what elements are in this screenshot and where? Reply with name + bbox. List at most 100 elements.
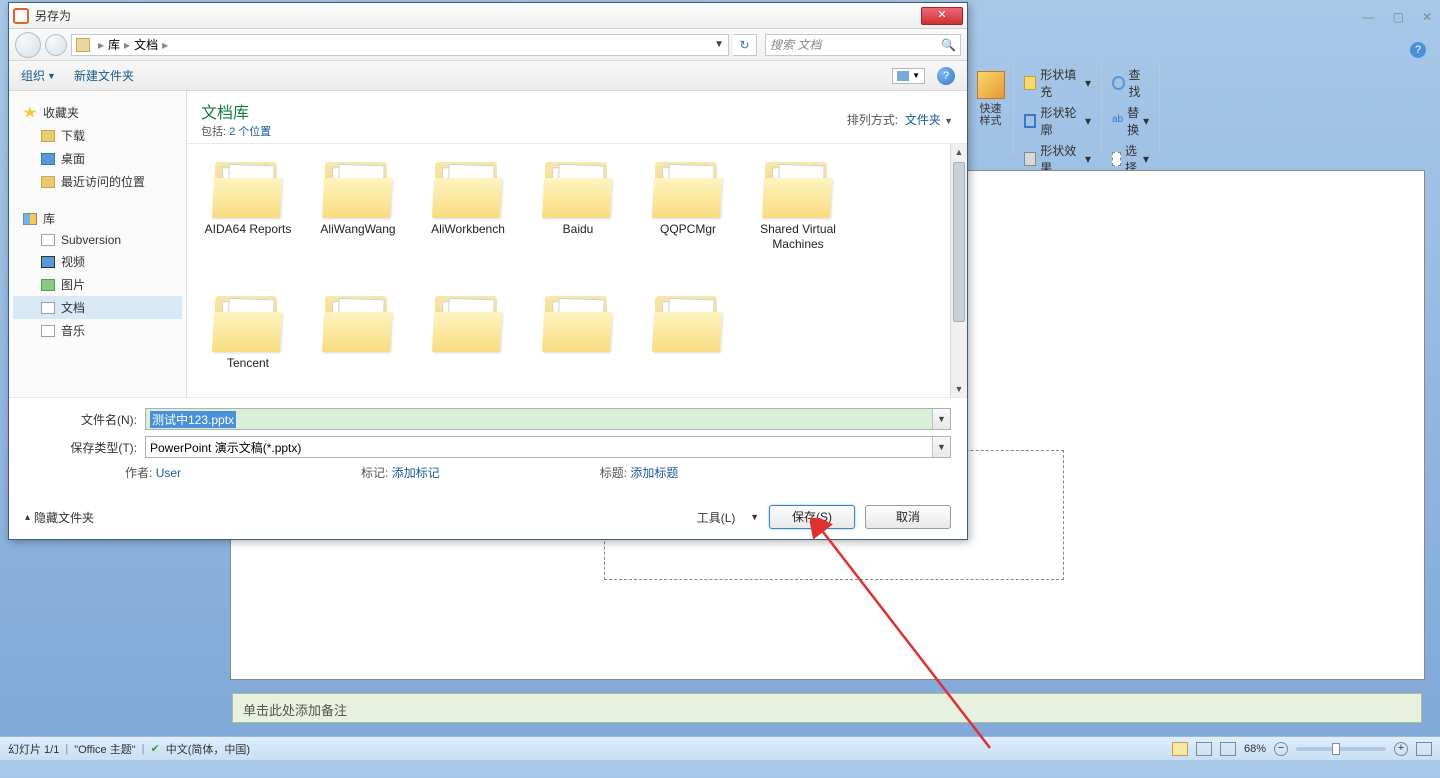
- desktop-icon: [41, 153, 55, 165]
- zoom-slider[interactable]: [1296, 747, 1386, 751]
- folder-item[interactable]: AliWangWang: [305, 156, 411, 286]
- zoom-level[interactable]: 68%: [1244, 743, 1266, 755]
- sidebar-item-documents[interactable]: 文档: [13, 296, 182, 319]
- chevron-down-icon[interactable]: ▼: [932, 437, 950, 457]
- sidebar-item-pictures[interactable]: 图片: [13, 273, 182, 296]
- cancel-button[interactable]: 取消: [865, 505, 951, 529]
- replace-button[interactable]: ab替换 ▾: [1110, 102, 1151, 140]
- find-button[interactable]: 查找: [1110, 64, 1151, 102]
- search-input[interactable]: 搜索 文档 🔍: [765, 34, 961, 56]
- folder-item[interactable]: AIDA64 Reports: [195, 156, 301, 286]
- notes-pane[interactable]: 单击此处添加备注: [232, 693, 1422, 723]
- downloads-icon: [41, 130, 55, 142]
- star-icon: [23, 107, 37, 119]
- title-field[interactable]: 标题: 添加标题: [600, 464, 679, 481]
- status-bar: 幻灯片 1/1 | "Office 主题" | ✔ 中文(简体，中国) 68% …: [0, 736, 1440, 760]
- sidebar-item-downloads[interactable]: 下载: [13, 124, 182, 147]
- document-icon: [41, 234, 55, 246]
- library-icon: [23, 213, 37, 225]
- sidebar-item-videos[interactable]: 视频: [13, 250, 182, 273]
- quick-styles-button[interactable]: 快速样式: [976, 64, 1005, 134]
- app-icon: [13, 8, 29, 24]
- effects-icon: [1024, 152, 1036, 166]
- content-pane: 文档库 包括: 2 个位置 排列方式: 文件夹 ▼ AIDA64 Reports…: [187, 91, 967, 397]
- tools-dropdown[interactable]: 工具(L) ▼: [697, 509, 759, 526]
- folder-item[interactable]: AliWorkbench: [415, 156, 521, 286]
- sidebar-item-subversion[interactable]: Subversion: [13, 230, 182, 250]
- folder-item[interactable]: Tencent: [195, 290, 301, 397]
- picture-icon: [41, 279, 55, 291]
- help-icon[interactable]: ?: [937, 67, 955, 85]
- filename-value: 测试中123.pptx: [150, 411, 236, 428]
- maximize-icon[interactable]: ▢: [1393, 10, 1404, 24]
- nav-forward-button[interactable]: [45, 34, 67, 56]
- tags-field[interactable]: 标记: 添加标记: [361, 464, 440, 481]
- zoom-out-button[interactable]: −: [1274, 742, 1288, 756]
- shape-fill-button[interactable]: 形状填充 ▾: [1022, 64, 1093, 102]
- scrollbar[interactable]: ▲ ▼: [950, 144, 967, 397]
- scroll-thumb[interactable]: [953, 162, 965, 322]
- new-folder-button[interactable]: 新建文件夹: [74, 67, 134, 84]
- sidebar-item-desktop[interactable]: 桌面: [13, 147, 182, 170]
- folder-item[interactable]: [635, 290, 741, 397]
- view-sorter-icon[interactable]: [1196, 742, 1212, 756]
- dialog-titlebar[interactable]: 另存为 ✕: [9, 3, 967, 29]
- recent-icon: [41, 176, 55, 188]
- zoom-thumb[interactable]: [1332, 743, 1340, 755]
- chevron-right-icon[interactable]: ▸: [98, 38, 104, 52]
- filetype-select[interactable]: PowerPoint 演示文稿(*.pptx) ▼: [145, 436, 951, 458]
- search-icon[interactable]: 🔍: [941, 38, 956, 52]
- language-indicator[interactable]: 中文(简体，中国): [166, 741, 250, 757]
- folder-grid[interactable]: AIDA64 Reports AliWangWangAliWorkbenchBai…: [187, 144, 967, 397]
- folder-item[interactable]: Shared Virtual Machines: [745, 156, 851, 286]
- sidebar-item-recent[interactable]: 最近访问的位置: [13, 170, 182, 193]
- sidebar-item-music[interactable]: 音乐: [13, 319, 182, 342]
- chevron-down-icon: ▼: [750, 512, 759, 522]
- library-locations-link[interactable]: 2 个位置: [229, 126, 271, 138]
- fit-window-icon[interactable]: [1416, 742, 1432, 756]
- scroll-down-icon[interactable]: ▼: [951, 381, 967, 397]
- sort-control[interactable]: 排列方式: 文件夹 ▼: [847, 111, 953, 128]
- folder-label: AIDA64 Reports: [205, 222, 292, 237]
- organize-button[interactable]: 组织 ▼: [21, 67, 56, 84]
- chevron-up-icon: ▴: [25, 512, 30, 523]
- chevron-down-icon[interactable]: ▼: [714, 39, 724, 50]
- theme-indicator: "Office 主题": [74, 741, 135, 757]
- folder-item[interactable]: [415, 290, 521, 397]
- save-button[interactable]: 保存(S): [769, 505, 855, 529]
- folder-item[interactable]: [525, 290, 631, 397]
- minimize-icon[interactable]: —: [1363, 10, 1375, 24]
- chevron-down-icon[interactable]: ▼: [932, 409, 950, 429]
- help-icon[interactable]: ?: [1410, 42, 1426, 58]
- chevron-right-icon[interactable]: ▸: [162, 38, 168, 52]
- music-icon: [41, 325, 55, 337]
- view-mode-button[interactable]: ▼: [892, 68, 925, 84]
- folder-item[interactable]: QQPCMgr: [635, 156, 741, 286]
- dialog-close-button[interactable]: ✕: [921, 7, 963, 25]
- breadcrumb-root[interactable]: 库: [108, 36, 120, 53]
- filename-input[interactable]: 测试中123.pptx ▼: [145, 408, 951, 430]
- folder-icon: [433, 162, 503, 218]
- folder-icon: [213, 162, 283, 218]
- view-normal-icon[interactable]: [1172, 742, 1188, 756]
- breadcrumb[interactable]: ▸ 库 ▸ 文档 ▸ ▼: [71, 34, 729, 56]
- sidebar-libraries-header[interactable]: 库: [13, 207, 182, 230]
- shape-outline-button[interactable]: 形状轮廓 ▾: [1022, 102, 1093, 140]
- zoom-in-button[interactable]: +: [1394, 742, 1408, 756]
- nav-bar: ▸ 库 ▸ 文档 ▸ ▼ ↻ 搜索 文档 🔍: [9, 29, 967, 61]
- hide-folders-button[interactable]: ▴隐藏文件夹: [25, 509, 94, 526]
- close-icon[interactable]: ✕: [1422, 10, 1432, 24]
- chevron-right-icon[interactable]: ▸: [124, 38, 130, 52]
- folder-icon: [653, 162, 723, 218]
- folder-item[interactable]: Baidu: [525, 156, 631, 286]
- nav-back-button[interactable]: [15, 32, 41, 58]
- scroll-up-icon[interactable]: ▲: [951, 144, 967, 160]
- folder-item[interactable]: [305, 290, 411, 397]
- breadcrumb-current[interactable]: 文档: [134, 36, 158, 53]
- view-slideshow-icon[interactable]: [1220, 742, 1236, 756]
- slide-indicator: 幻灯片 1/1: [8, 741, 59, 757]
- refresh-button[interactable]: ↻: [733, 34, 757, 56]
- spellcheck-icon[interactable]: ✔: [150, 742, 159, 755]
- sidebar-favorites-header[interactable]: 收藏夹: [13, 101, 182, 124]
- author-field[interactable]: 作者: User: [125, 464, 181, 481]
